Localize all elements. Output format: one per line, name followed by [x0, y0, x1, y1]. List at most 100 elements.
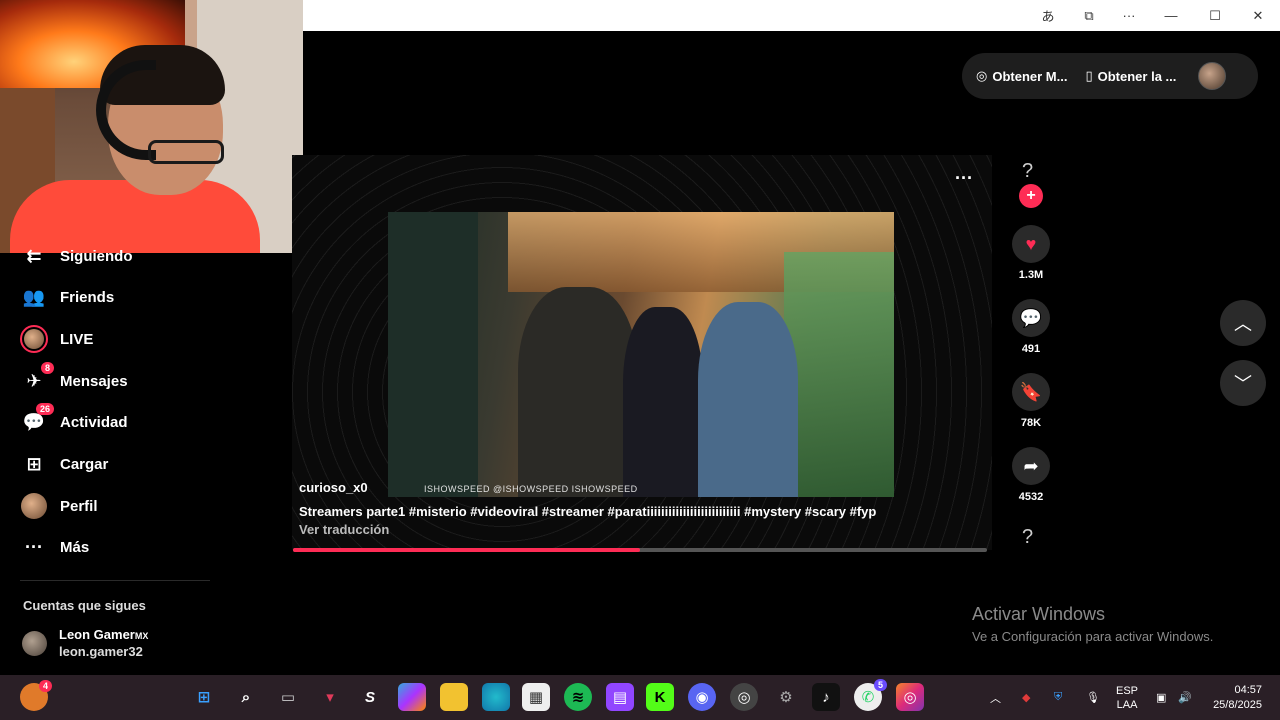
sidebar-divider: [20, 580, 210, 581]
share-icon[interactable]: ➦: [1012, 447, 1050, 485]
help-icon[interactable]: ?: [1022, 160, 1033, 183]
start-menu-icon[interactable]: ⊞: [190, 683, 218, 711]
language-layout: LAA: [1116, 698, 1138, 711]
tray-chevron-icon[interactable]: ︿: [990, 675, 1001, 720]
spotify-icon[interactable]: ≋: [564, 683, 592, 711]
get-coins-button[interactable]: ◎ Obtener M...: [976, 68, 1067, 84]
like-action[interactable]: ♥ 1.3M: [1012, 225, 1050, 281]
sidebar-item-following[interactable]: ⇇ Siguiendo: [20, 241, 133, 271]
like-count: 1.3M: [1018, 269, 1044, 281]
file-explorer-icon[interactable]: [440, 683, 468, 711]
copilot-icon[interactable]: [398, 683, 426, 711]
sidebar-item-label: Siguiendo: [60, 247, 133, 265]
sidebar-item-label: LIVE: [60, 330, 94, 348]
save-count: 78K: [1020, 417, 1042, 429]
sidebar-item-live[interactable]: LIVE: [20, 324, 93, 354]
chevron-down-icon: ﹀: [1234, 374, 1252, 394]
phone-icon: ▯: [1085, 68, 1093, 83]
follow-plus-button[interactable]: +: [1019, 184, 1043, 208]
app-icon-red[interactable]: ▾: [316, 683, 344, 711]
bookmark-icon[interactable]: 🔖: [1012, 373, 1050, 411]
video-player[interactable]: ISHOWSPEED @ISHOWSPEED ISHOWSPEED: [388, 212, 894, 497]
store-icon[interactable]: ▦: [522, 683, 550, 711]
heart-icon[interactable]: ♥: [1012, 225, 1050, 263]
sidebar-item-messages[interactable]: ✈ 8 Mensajes: [20, 362, 128, 396]
language-indicator[interactable]: ESP LAA: [1116, 675, 1138, 720]
translate-link[interactable]: Ver traducción: [299, 522, 389, 537]
coin-icon: ◎: [976, 68, 988, 83]
save-action[interactable]: 🔖 78K: [1012, 373, 1050, 429]
more-icon: ···: [25, 536, 43, 557]
video-person: [518, 287, 638, 497]
help-icon-bottom[interactable]: ?: [1022, 526, 1033, 549]
minimize-icon[interactable]: —: [1151, 0, 1191, 31]
activity-icon: 💬 26: [20, 403, 54, 436]
sidebar-item-upload[interactable]: ⊞ Cargar: [20, 449, 108, 479]
clock-date: 25/8/2025: [1213, 699, 1262, 711]
comment-icon[interactable]: 💬: [1012, 299, 1050, 337]
video-left-shade: [388, 212, 478, 497]
edge-icon[interactable]: [482, 683, 510, 711]
more-icon[interactable]: ···: [1109, 0, 1149, 31]
obs-icon[interactable]: ◎: [730, 683, 758, 711]
twitch-icon[interactable]: ▤: [606, 683, 634, 711]
sidebar-item-more[interactable]: ··· Más: [20, 532, 89, 562]
followed-handle: leon.gamer32: [59, 644, 143, 659]
sidebar-item-friends[interactable]: 👥 Friends: [20, 282, 114, 312]
maximize-icon[interactable]: ☐: [1195, 0, 1235, 31]
task-view-icon[interactable]: ▭: [274, 683, 302, 711]
search-icon[interactable]: ⌕: [232, 683, 260, 711]
avatar: [22, 630, 47, 656]
video-person: [698, 302, 798, 497]
activation-title: Activar Windows: [972, 604, 1106, 624]
sidebar-item-label: Friends: [60, 288, 115, 306]
messages-icon: ✈ 8: [20, 362, 54, 395]
following-section-title: Cuentas que sigues: [23, 598, 146, 613]
settings-gear-icon[interactable]: ⚙: [772, 683, 800, 711]
messages-badge: 8: [40, 362, 54, 374]
kick-icon[interactable]: K: [646, 683, 674, 711]
browser-titlebar: あ ⧉ ··· — ☐ ✕: [303, 0, 1280, 31]
user-avatar[interactable]: [1198, 62, 1227, 90]
followed-account[interactable]: Leon GamerMX leon.gamer32: [22, 627, 148, 659]
weather-icon[interactable]: 4: [20, 680, 52, 711]
live-avatar-icon: [20, 325, 48, 353]
taskbar-clock[interactable]: 04:57 25/8/2025: [1213, 683, 1262, 713]
comment-action[interactable]: 💬 491: [1012, 299, 1050, 355]
sidebar-item-activity[interactable]: 💬 26 Actividad: [20, 403, 128, 437]
video-shelf: [784, 252, 894, 497]
volume-icon[interactable]: 🔊: [1178, 675, 1192, 720]
whatsapp-badge: 5: [873, 679, 887, 691]
language-code: ESP: [1116, 684, 1139, 697]
share-count: 4532: [1018, 491, 1044, 503]
app-icon-s[interactable]: S: [356, 683, 384, 711]
defender-icon[interactable]: ⛨: [1054, 675, 1062, 720]
webcam-overlay: [0, 0, 303, 253]
tiktok-icon[interactable]: ♪: [812, 683, 840, 711]
followed-name: Leon Gamer: [59, 627, 135, 642]
get-coins-label: Obtener M...: [992, 68, 1068, 84]
profile-avatar-icon: [20, 492, 48, 520]
whatsapp-icon[interactable]: ✆ 5: [854, 679, 887, 711]
microphone-icon[interactable]: 🎙: [1086, 675, 1100, 720]
activation-subtitle: Ve a Configuración para activar Windows.: [972, 629, 1214, 644]
sidebar-item-label: Cargar: [60, 455, 109, 473]
next-video-button[interactable]: ﹀: [1220, 360, 1266, 406]
share-action[interactable]: ➦ 4532: [1012, 447, 1050, 503]
video-progress-bar[interactable]: [293, 548, 987, 552]
translate-icon[interactable]: あ: [1028, 0, 1068, 31]
video-person: [623, 307, 703, 497]
network-icon[interactable]: ▣: [1156, 675, 1166, 720]
sidebar-item-profile[interactable]: Perfil: [20, 491, 98, 521]
video-author[interactable]: curioso_x0: [299, 480, 368, 495]
instagram-icon[interactable]: ◎: [896, 683, 924, 711]
activity-badge: 26: [35, 403, 54, 415]
glasses: [148, 140, 224, 164]
close-icon[interactable]: ✕: [1238, 0, 1278, 31]
discord-icon[interactable]: ◉: [688, 683, 716, 711]
tray-app-icon[interactable]: ◆: [1022, 675, 1030, 720]
video-more-icon[interactable]: ···: [955, 168, 973, 189]
previous-video-button[interactable]: ︿: [1220, 300, 1266, 346]
get-app-button[interactable]: ▯ Obtener la ...: [1085, 68, 1176, 84]
extension-icon[interactable]: ⧉: [1069, 0, 1109, 31]
